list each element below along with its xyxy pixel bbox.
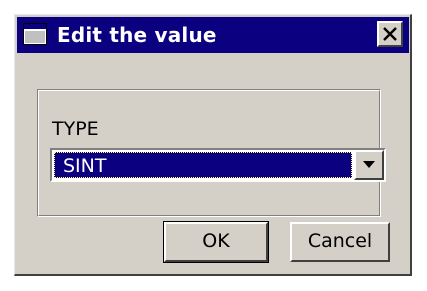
title-bar[interactable]: Edit the value [17, 17, 409, 53]
window-icon [23, 23, 47, 45]
selected-value-text: SINT [63, 155, 107, 177]
type-label: TYPE [52, 118, 99, 140]
chevron-down-icon [363, 161, 375, 168]
close-button[interactable] [377, 21, 403, 47]
close-icon [383, 27, 397, 41]
ok-button[interactable]: OK [163, 221, 269, 263]
selected-value: SINT [54, 152, 352, 178]
dialog-title: Edit the value [57, 23, 217, 47]
type-select[interactable]: SINT [50, 148, 386, 182]
cancel-button[interactable]: Cancel [290, 222, 390, 262]
dropdown-button[interactable] [354, 150, 384, 180]
